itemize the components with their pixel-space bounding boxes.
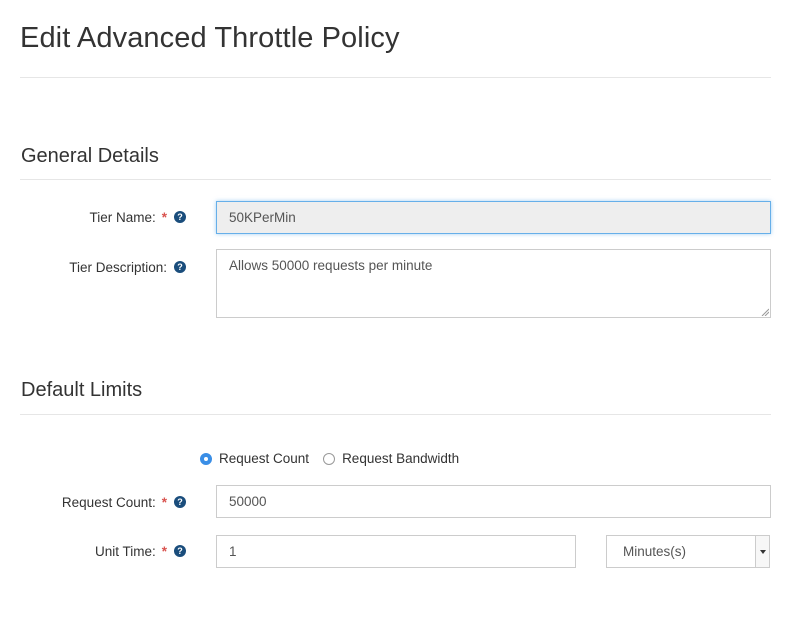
unit-time-input[interactable]: 1 — [216, 535, 576, 568]
request-count-label-group: Request Count: * ? — [0, 493, 186, 511]
tier-name-label: Tier Name: — [89, 209, 156, 225]
page-title: Edit Advanced Throttle Policy — [20, 22, 400, 54]
chevron-down-icon — [755, 536, 769, 567]
required-marker: * — [161, 209, 167, 225]
resize-handle-icon[interactable] — [761, 308, 769, 316]
required-marker: * — [161, 543, 167, 559]
help-icon[interactable]: ? — [174, 545, 186, 557]
tier-description-label-group: Tier Description: ? — [0, 258, 186, 276]
request-count-label: Request Count: — [61, 494, 156, 510]
tier-name-input[interactable]: 50KPerMin — [216, 201, 771, 234]
request-count-radio[interactable] — [200, 452, 212, 465]
unit-time-select[interactable]: Minutes(s) — [606, 535, 770, 568]
unit-time-label: Unit Time: — [94, 543, 156, 559]
unit-time-select-value: Minutes(s) — [623, 544, 687, 559]
request-count-option[interactable]: Request Count — [200, 451, 309, 466]
general-details-heading: General Details — [21, 145, 159, 167]
default-limits-heading: Default Limits — [21, 379, 143, 401]
request-count-input[interactable]: 50000 — [216, 485, 771, 518]
tier-name-value: 50KPerMin — [229, 210, 296, 225]
request-count-value: 50000 — [229, 494, 267, 509]
tier-description-label: Tier Description: — [69, 259, 167, 275]
request-bandwidth-option[interactable]: Request Bandwidth — [323, 451, 459, 466]
unit-time-label-group: Unit Time: * ? — [0, 542, 186, 560]
default-limits-divider — [20, 414, 771, 415]
tier-description-value: Allows 50000 requests per minute — [229, 258, 433, 273]
help-icon[interactable]: ? — [174, 261, 186, 273]
general-details-divider — [20, 179, 771, 180]
help-icon[interactable]: ? — [174, 211, 186, 223]
required-marker: * — [161, 494, 167, 510]
title-divider — [20, 77, 771, 78]
limit-type-radio-group: Request Count Request Bandwidth — [200, 451, 473, 466]
request-count-option-label: Request Count — [219, 451, 310, 466]
request-bandwidth-option-label: Request Bandwidth — [342, 451, 460, 466]
tier-name-label-group: Tier Name: * ? — [0, 208, 186, 226]
tier-description-textarea[interactable]: Allows 50000 requests per minute — [216, 249, 771, 318]
unit-time-value: 1 — [229, 544, 237, 559]
help-icon[interactable]: ? — [174, 496, 186, 508]
request-bandwidth-radio[interactable] — [323, 452, 336, 465]
